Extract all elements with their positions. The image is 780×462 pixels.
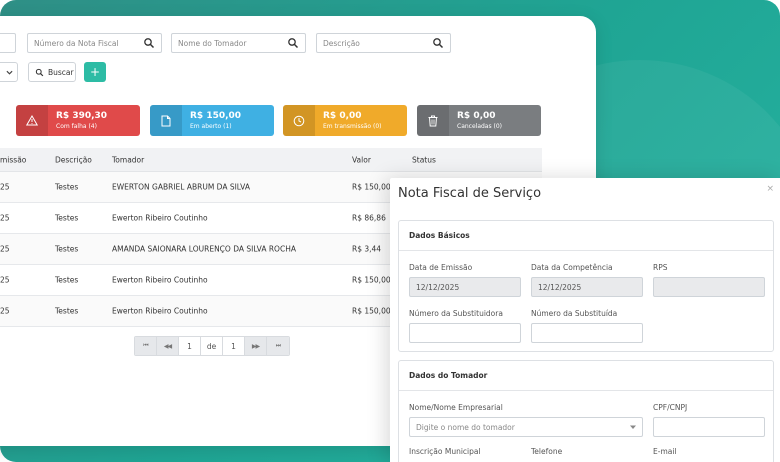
caret-down-icon <box>630 425 636 429</box>
search-icon <box>35 68 44 76</box>
plus-icon: + <box>89 65 101 79</box>
buscar-label: Buscar <box>48 67 74 77</box>
card-canceladas[interactable]: R$ 0,00 Canceladas (0) <box>417 105 541 136</box>
cpf-cnpj-label: CPF/CNPJ <box>653 403 688 412</box>
cell-descricao: Testes <box>55 275 79 285</box>
card-value: R$ 150,00 <box>190 111 242 121</box>
nota-fiscal-modal: Nota Fiscal de Serviço × Dados Básicos D… <box>390 178 780 462</box>
nome-label: Nome/Nome Empresarial <box>409 403 503 412</box>
cell-valor: R$ 3,44 <box>352 244 382 254</box>
cell-tomador: Ewerton Ribeiro Coutinho <box>112 213 208 223</box>
email-label: E-mail <box>653 447 677 456</box>
pagination: ⏮ ◀◀ 1 de 1 ▶▶ ⏭ <box>134 336 290 356</box>
dados-basicos-section: Dados Básicos Data de Emissão 12/12/2025… <box>398 220 774 352</box>
card-value: R$ 0,00 <box>323 111 362 121</box>
inscricao-municipal-label: Inscrição Municipal <box>409 447 481 456</box>
search-icon[interactable] <box>432 37 444 49</box>
col-status[interactable]: Status <box>412 155 436 164</box>
cell-emissao: 25 <box>0 275 10 285</box>
search-field-partial[interactable] <box>0 33 16 53</box>
num-substituida-input[interactable] <box>531 323 643 343</box>
cell-valor: R$ 150,00 <box>352 275 391 285</box>
card-label: Em aberto (1) <box>190 123 232 130</box>
tomador-search-input[interactable]: Nome do Tomador <box>171 33 306 53</box>
filter-select[interactable] <box>0 62 18 82</box>
col-descricao[interactable]: Descrição <box>55 155 92 164</box>
col-tomador[interactable]: Tomador <box>112 155 144 164</box>
cell-emissao: 25 <box>0 244 10 254</box>
cell-tomador: Ewerton Ribeiro Coutinho <box>112 275 208 285</box>
dados-tomador-section: Dados do Tomador Nome/Nome Empresarial D… <box>398 360 774 462</box>
cell-emissao: 25 <box>0 182 10 192</box>
data-emissao-value: 12/12/2025 <box>416 282 460 292</box>
descricao-placeholder: Descrição <box>323 38 360 48</box>
card-em-aberto[interactable]: R$ 150,00 Em aberto (1) <box>150 105 274 136</box>
dados-tomador-title: Dados do Tomador <box>399 361 773 391</box>
total-pages: 1 <box>223 337 245 355</box>
data-emissao-input[interactable]: 12/12/2025 <box>409 277 521 297</box>
page-of-label: de <box>201 337 223 355</box>
dados-basicos-title: Dados Básicos <box>399 221 773 251</box>
trash-icon-box <box>417 105 449 136</box>
cell-descricao: Testes <box>55 244 79 254</box>
warning-icon-box <box>16 105 48 136</box>
card-label: Com falha (4) <box>56 123 97 130</box>
data-competencia-label: Data da Competência <box>531 263 613 272</box>
card-label: Canceladas (0) <box>457 123 503 130</box>
nota-fiscal-search-input[interactable]: Número da Nota Fiscal <box>27 33 162 53</box>
nota-fiscal-placeholder: Número da Nota Fiscal <box>34 38 119 48</box>
cpf-cnpj-input[interactable] <box>653 417 765 437</box>
nome-tomador-select[interactable]: Digite o nome do tomador <box>409 417 643 437</box>
cell-descricao: Testes <box>55 213 79 223</box>
cell-valor: R$ 150,00 <box>352 182 391 192</box>
chevron-down-icon <box>6 70 13 75</box>
num-substituidora-label: Número da Substituidora <box>409 309 503 318</box>
cell-tomador: EWERTON GABRIEL ABRUM DA SILVA <box>112 182 250 192</box>
data-competencia-value: 12/12/2025 <box>538 282 582 292</box>
current-page[interactable]: 1 <box>179 337 201 355</box>
clock-icon-box <box>283 105 315 136</box>
cell-descricao: Testes <box>55 182 79 192</box>
prev-page-button[interactable]: ◀◀ <box>157 337 179 355</box>
card-label: Em transmissão (0) <box>323 123 382 130</box>
cell-valor: R$ 86,86 <box>352 213 386 223</box>
last-page-button[interactable]: ⏭ <box>267 337 289 355</box>
cell-tomador: AMANDA SAIONARA LOURENÇO DA SILVA ROCHA <box>112 244 296 254</box>
data-competencia-input[interactable]: 12/12/2025 <box>531 277 643 297</box>
cell-descricao: Testes <box>55 306 79 316</box>
cell-emissao: 25 <box>0 213 10 223</box>
cell-emissao: 25 <box>0 306 10 316</box>
num-substituida-label: Número da Substituída <box>531 309 618 318</box>
add-invoice-button[interactable]: + <box>84 62 106 82</box>
card-value: R$ 0,00 <box>457 111 496 121</box>
card-value: R$ 390,30 <box>56 111 108 121</box>
descricao-search-input[interactable]: Descrição <box>316 33 451 53</box>
next-page-button[interactable]: ▶▶ <box>245 337 267 355</box>
table-header: missão Descrição Tomador Valor Status <box>0 148 542 172</box>
col-emissao[interactable]: missão <box>0 155 26 164</box>
search-icon[interactable] <box>143 37 155 49</box>
clock-icon <box>293 115 305 126</box>
search-icon[interactable] <box>287 37 299 49</box>
close-icon[interactable]: × <box>766 184 774 194</box>
nome-placeholder: Digite o nome do tomador <box>416 422 515 432</box>
card-com-falha[interactable]: R$ 390,30 Com falha (4) <box>16 105 140 136</box>
trash-icon <box>428 115 438 126</box>
modal-title: Nota Fiscal de Serviço <box>398 186 542 201</box>
warning-icon <box>26 115 38 126</box>
col-valor[interactable]: Valor <box>352 155 371 164</box>
num-substituidora-input[interactable] <box>409 323 521 343</box>
first-page-button[interactable]: ⏮ <box>135 337 157 355</box>
cell-valor: R$ 150,00 <box>352 306 391 316</box>
buscar-button[interactable]: Buscar <box>28 62 76 82</box>
cell-tomador: Ewerton Ribeiro Coutinho <box>112 306 208 316</box>
card-em-transmissao[interactable]: R$ 0,00 Em transmissão (0) <box>283 105 407 136</box>
rps-input[interactable] <box>653 277 765 297</box>
rps-label: RPS <box>653 263 668 272</box>
telefone-label: Telefone <box>531 447 563 456</box>
tomador-placeholder: Nome do Tomador <box>178 38 247 48</box>
document-icon-box <box>150 105 182 136</box>
data-emissao-label: Data de Emissão <box>409 263 473 272</box>
document-icon <box>161 115 171 126</box>
